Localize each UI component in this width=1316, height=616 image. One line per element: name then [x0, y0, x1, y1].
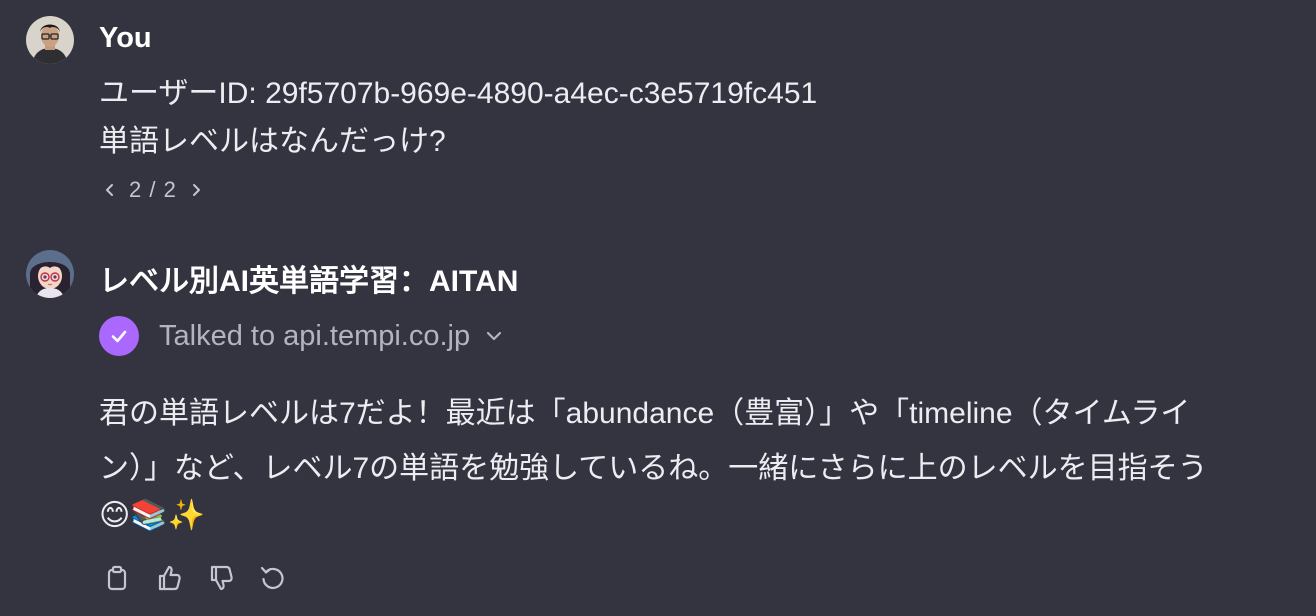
- plugin-status-toggle[interactable]: Talked to api.tempi.co.jp: [99, 316, 506, 356]
- chevron-left-icon[interactable]: [99, 179, 121, 201]
- chevron-down-icon[interactable]: [482, 324, 506, 348]
- user-avatar: [26, 16, 74, 64]
- user-message: You ユーザーID: 29f5707b-969e-4890-a4ec-c3e5…: [0, 0, 1316, 220]
- regenerate-icon[interactable]: [258, 563, 288, 593]
- assistant-message-line-2: ン）」など、レベル7の単語を勉強しているね。一緒にさらに上のレベルを目指そう: [99, 452, 1208, 485]
- user-message-line-2: 単語レベルはなんだっけ?: [99, 125, 446, 158]
- plugin-status-label: Talked to api.tempi.co.jp: [159, 319, 471, 352]
- assistant-message-emoji-line: 😊📚✨: [99, 499, 205, 532]
- thumbs-down-icon[interactable]: [206, 563, 236, 593]
- assistant-avatar: [26, 250, 74, 298]
- check-icon: [99, 316, 139, 356]
- version-count: 2 / 2: [129, 177, 177, 202]
- chevron-right-icon[interactable]: [185, 179, 207, 201]
- message-version-pager: 2 / 2: [99, 174, 207, 206]
- user-message-line-1: ユーザーID: 29f5707b-969e-4890-a4ec-c3e5719f…: [99, 77, 818, 110]
- message-actions: [102, 563, 288, 593]
- thumbs-up-icon[interactable]: [154, 563, 184, 593]
- clipboard-icon[interactable]: [102, 563, 132, 593]
- user-author-name: You: [99, 22, 152, 54]
- assistant-author-name: レベル別AI英単語学習：AITAN: [99, 265, 519, 298]
- assistant-message-line-1: 君の単語レベルは7だよ！最近は「abundance（豊富）」や「timeline…: [99, 397, 1191, 430]
